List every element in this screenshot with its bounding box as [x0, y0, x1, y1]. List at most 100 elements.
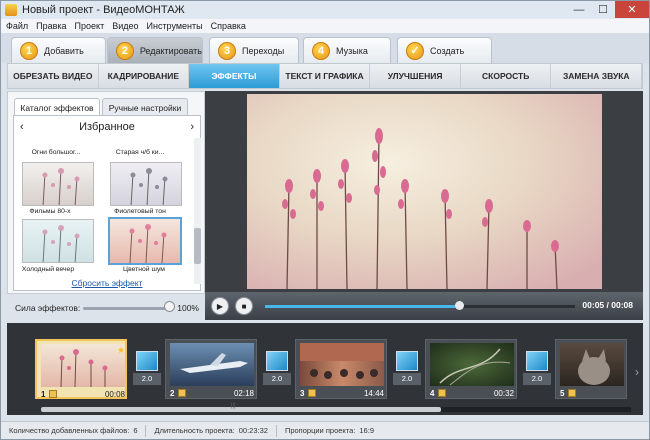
edit-pencil-icon[interactable]	[178, 389, 187, 397]
video-preview	[205, 91, 643, 292]
step-edit[interactable]: 2 Редактировать	[107, 37, 203, 63]
seek-bar[interactable]	[265, 301, 575, 310]
tab-crop[interactable]: КАДРИРОВАНИЕ	[99, 64, 190, 88]
files-count-label: Количество добавленных файлов:	[9, 426, 130, 435]
menu-help[interactable]: Справка	[211, 21, 246, 31]
transition[interactable]: 2.0	[133, 351, 161, 387]
menu-video[interactable]: Видео	[112, 21, 138, 31]
clip-duration: 00:32	[493, 388, 514, 398]
menu-edit[interactable]: Правка	[36, 21, 66, 31]
menu-tools[interactable]: Инструменты	[147, 21, 203, 31]
step-create[interactable]: ✓ Создать	[397, 37, 492, 63]
edit-tabs: ОБРЕЗАТЬ ВИДЕО КАДРИРОВАНИЕ ЭФФЕКТЫ ТЕКС…	[7, 63, 643, 89]
clip-thumbnail	[300, 343, 384, 386]
next-category-button[interactable]: ›	[190, 121, 194, 133]
tab-replace-sound[interactable]: ЗАМЕНА ЗВУКА	[551, 64, 643, 88]
edit-pencil-icon[interactable]	[49, 390, 58, 398]
edit-pencil-icon[interactable]	[568, 389, 577, 397]
aspect-ratio-value: 16:9	[359, 426, 374, 435]
maximize-button[interactable]: ☐	[591, 1, 615, 18]
step-label: Добавить	[44, 45, 84, 56]
clip-thumbnail: ★	[41, 344, 125, 387]
tab-manual-settings[interactable]: Ручные настройки	[102, 98, 188, 116]
clip-number: 4	[430, 388, 435, 398]
step-number-icon: 1	[20, 41, 38, 60]
clip-number: 3	[300, 388, 305, 398]
strength-label: Сила эффектов:	[15, 303, 81, 313]
scrollbar-thumb[interactable]	[194, 228, 201, 264]
tab-trim[interactable]: ОБРЕЗАТЬ ВИДЕО	[8, 64, 99, 88]
check-icon: ✓	[406, 41, 424, 60]
clip-duration: 02:18	[233, 388, 254, 398]
timeline-scroll-right-icon[interactable]: ›	[635, 365, 639, 379]
app-window: Новый проект - ВидеоМОНТАЖ — ☐ ✕ Файл Пр…	[0, 0, 650, 440]
transition[interactable]: 2.0	[393, 351, 421, 387]
clip-duration: 00:08	[104, 389, 125, 399]
close-button[interactable]: ✕	[615, 1, 649, 18]
edit-pencil-icon[interactable]	[308, 389, 317, 397]
effects-catalog: ‹ Избранное › Огни большог... Старая ч/б…	[13, 115, 201, 291]
svg-text:★: ★	[117, 345, 125, 355]
aspect-ratio-label: Пропорции проекта:	[284, 426, 356, 435]
step-label: Создать	[430, 45, 465, 56]
tab-effects[interactable]: ЭФФЕКТЫ	[189, 64, 280, 88]
effect-strength: Сила эффектов: 100%	[7, 297, 205, 319]
menu-file[interactable]: Файл	[6, 21, 28, 31]
step-label: Переходы	[242, 45, 285, 56]
tab-text-graphics[interactable]: ТЕКСТ И ГРАФИКА	[280, 64, 371, 88]
effect-label[interactable]: Холодный вечер	[8, 266, 88, 273]
app-logo-icon	[5, 4, 17, 16]
reset-effect-link[interactable]: Сбросить эффект	[8, 278, 206, 288]
step-label: Редактировать	[139, 45, 202, 56]
play-button[interactable]: ▶	[211, 297, 229, 315]
effect-label[interactable]: Цветной шум	[104, 266, 184, 273]
scroll-grip: |||	[231, 403, 236, 409]
timeline-clip[interactable]: 5	[555, 339, 627, 399]
seek-handle[interactable]	[454, 301, 464, 310]
effect-thumbnail-80s[interactable]	[22, 162, 94, 206]
clip-thumbnail	[430, 343, 514, 386]
minimize-button[interactable]: —	[567, 1, 591, 18]
effect-label[interactable]: Фиолетовый тон	[100, 208, 180, 215]
transition-icon	[266, 351, 288, 371]
effect-thumbnail-violet[interactable]	[110, 162, 182, 206]
tab-effects-catalog[interactable]: Каталог эффектов	[14, 98, 100, 116]
timeline: ★ 1 00:08 2.0 2 02:18 2.0 3 14:44 2.0 4 00:3…	[7, 323, 643, 415]
timeline-clip[interactable]: 4 00:32	[425, 339, 517, 399]
step-music[interactable]: 4 Музыка	[303, 37, 391, 63]
effect-label[interactable]: Фильмы 80-х	[10, 208, 90, 215]
tab-speed[interactable]: СКОРОСТЬ	[461, 64, 552, 88]
catalog-scrollbar[interactable]	[194, 138, 201, 284]
timeline-scroll-thumb[interactable]: |||	[41, 403, 441, 412]
transition-duration: 2.0	[263, 373, 291, 385]
step-transitions[interactable]: 3 Переходы	[209, 37, 299, 63]
effect-label[interactable]: Старая ч/б ки...	[100, 149, 180, 156]
clip-number: 2	[170, 388, 175, 398]
prev-category-button[interactable]: ‹	[20, 121, 24, 133]
workflow-steps: 1 Добавить 2 Редактировать 3 Переходы 4 …	[1, 33, 649, 63]
duration-value: 00:23:32	[238, 426, 268, 435]
step-number-icon: 4	[312, 41, 330, 60]
effect-thumbnail-color-noise[interactable]	[108, 217, 182, 265]
menu-project[interactable]: Проект	[75, 21, 105, 31]
transition-icon	[136, 351, 158, 371]
strength-value: 100%	[177, 303, 199, 313]
timeline-clip[interactable]: 3 14:44	[295, 339, 387, 399]
step-add[interactable]: 1 Добавить	[11, 37, 106, 63]
strength-slider-knob[interactable]	[164, 301, 175, 312]
transition[interactable]: 2.0	[523, 351, 551, 387]
effect-label[interactable]: Огни большог...	[16, 149, 96, 156]
timeline-clip[interactable]: 2 02:18	[165, 339, 257, 399]
stop-button[interactable]: ■	[235, 297, 253, 315]
transition[interactable]: 2.0	[263, 351, 291, 387]
edit-pencil-icon[interactable]	[438, 389, 447, 397]
timeline-scrollbar[interactable]: |||	[41, 403, 631, 412]
effect-thumbnail-cold-evening[interactable]	[22, 219, 94, 263]
strength-slider[interactable]	[83, 307, 173, 310]
timeline-clip[interactable]: ★ 1 00:08	[35, 339, 127, 399]
clip-thumbnail	[560, 343, 624, 386]
tab-enhance[interactable]: УЛУЧШЕНИЯ	[370, 64, 461, 88]
files-count-value: 6	[133, 426, 138, 435]
transition-icon	[396, 351, 418, 371]
step-number-icon: 2	[116, 41, 134, 60]
